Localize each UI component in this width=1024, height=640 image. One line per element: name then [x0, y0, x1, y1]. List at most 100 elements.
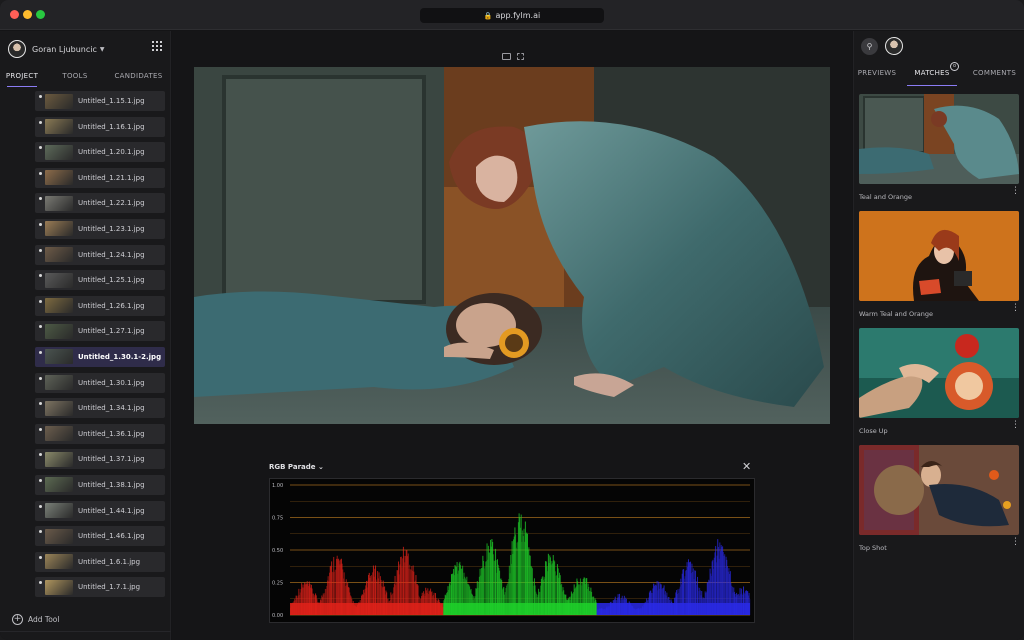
file-name: Untitled_1.15.1.jpg: [78, 97, 145, 105]
tab-comments[interactable]: COMMENTS: [964, 60, 1024, 86]
file-list-item[interactable]: Untitled_1.7.1.jpg: [35, 577, 165, 598]
match-card-warm-teal-orange[interactable]: Warm Teal and Orange ⋮: [859, 211, 1020, 318]
status-dot: [39, 581, 42, 585]
match-thumbnail[interactable]: [859, 328, 1019, 418]
more-options-icon[interactable]: ⋮: [1011, 187, 1020, 196]
more-options-icon[interactable]: ⋮: [1011, 304, 1020, 313]
file-thumbnail: [45, 400, 73, 416]
file-thumbnail: [45, 221, 73, 237]
file-list-item[interactable]: Untitled_1.25.1.jpg: [35, 270, 165, 291]
close-window-button[interactable]: [10, 10, 19, 19]
left-panel: Goran Ljubuncic ▼ PROJECT TOOLS CANDIDAT…: [0, 31, 171, 640]
match-thumbnail[interactable]: [859, 94, 1019, 184]
file-list-item[interactable]: Untitled_1.21.1.jpg: [35, 167, 165, 188]
file-list-item[interactable]: Untitled_1.23.1.jpg: [35, 218, 165, 239]
status-dot: [39, 504, 42, 508]
add-tool-label: Add Tool: [28, 615, 60, 624]
file-list-item[interactable]: Untitled_1.22.1.jpg: [35, 193, 165, 214]
file-list-item[interactable]: Untitled_1.36.1.jpg: [35, 423, 165, 444]
scope-tick-label: 0.75: [272, 516, 283, 522]
tab-project[interactable]: PROJECT: [0, 65, 44, 87]
file-list-item[interactable]: Untitled_1.26.1.jpg: [35, 295, 165, 316]
status-dot: [39, 530, 42, 534]
preview-image[interactable]: [194, 67, 830, 424]
divider: [0, 631, 171, 632]
file-list-item[interactable]: Untitled_1.30.1-2.jpg: [35, 346, 165, 367]
file-list-item[interactable]: Untitled_1.6.1.jpg: [35, 551, 165, 572]
file-thumbnail: [45, 247, 73, 263]
url-text: app.fylm.ai: [495, 11, 541, 20]
status-dot: [39, 453, 42, 457]
status-dot: [39, 146, 42, 150]
file-list-item[interactable]: Untitled_1.16.1.jpg: [35, 116, 165, 137]
file-name: Untitled_1.46.1.jpg: [78, 532, 145, 541]
file-list-item[interactable]: Untitled_1.20.1.jpg: [35, 142, 165, 163]
file-list-item[interactable]: Untitled_1.27.1.jpg: [35, 321, 165, 342]
file-name: Untitled_1.25.1.jpg: [78, 276, 145, 285]
add-tool-button[interactable]: + Add Tool: [12, 614, 59, 625]
file-thumbnail: [45, 119, 73, 135]
more-options-icon[interactable]: ⋮: [1011, 421, 1020, 430]
status-dot: [39, 171, 42, 175]
file-name: Untitled_1.38.1.jpg: [78, 480, 145, 489]
status-dot: [39, 222, 42, 226]
compare-view-icon[interactable]: [502, 53, 511, 60]
match-thumbnail[interactable]: [859, 445, 1019, 535]
file-list-item[interactable]: Untitled_1.34.1.jpg: [35, 398, 165, 419]
file-name: Untitled_1.30.1.jpg: [78, 378, 145, 387]
tab-candidates[interactable]: CANDIDATES: [106, 65, 171, 87]
match-image: [859, 328, 1019, 418]
scope-trace-base: [290, 603, 444, 615]
file-name: Untitled_1.23.1.jpg: [78, 224, 145, 233]
status-dot: [39, 95, 42, 98]
match-image: [859, 211, 1019, 301]
match-thumbnail[interactable]: [859, 211, 1019, 301]
file-list-item[interactable]: Untitled_1.38.1.jpg: [35, 474, 165, 495]
chevron-down-icon: ▼: [99, 45, 105, 53]
close-icon[interactable]: ✕: [742, 461, 751, 472]
minimize-window-button[interactable]: [23, 10, 32, 19]
file-thumbnail: [45, 554, 73, 570]
status-dot: [39, 299, 42, 303]
file-list-item[interactable]: Untitled_1.37.1.jpg: [35, 449, 165, 470]
match-card-teal-orange[interactable]: Teal and Orange ⋮: [859, 94, 1020, 201]
status-dot: [39, 248, 42, 252]
file-list-item[interactable]: Untitled_1.44.1.jpg: [35, 500, 165, 521]
address-bar[interactable]: 🔒 app.fylm.ai: [420, 8, 604, 23]
apps-grid-icon[interactable]: [152, 41, 162, 51]
scope-channel-blue: [596, 539, 751, 615]
file-list-item[interactable]: Untitled_1.30.1.jpg: [35, 372, 165, 393]
file-list-item[interactable]: Untitled_1.15.1.jpg: [35, 91, 165, 111]
file-name: Untitled_1.37.1.jpg: [78, 455, 145, 464]
fullscreen-icon[interactable]: [517, 53, 524, 60]
add-user-icon[interactable]: ⚲: [861, 38, 878, 55]
user-menu[interactable]: Goran Ljubuncic ▼: [8, 39, 105, 59]
file-name: Untitled_1.36.1.jpg: [78, 429, 145, 438]
status-dot: [39, 350, 42, 354]
tab-tools[interactable]: TOOLS: [44, 65, 106, 87]
app-window: 🔒 app.fylm.ai Goran Ljubuncic ▼ PROJECT T…: [0, 0, 1024, 640]
file-list: Untitled_1.15.1.jpg Untitled_1.16.1.jpg Un…: [35, 91, 165, 603]
more-options-icon[interactable]: ⋮: [1011, 538, 1020, 547]
status-dot: [39, 427, 42, 431]
status-dot: [39, 555, 42, 559]
maximize-window-button[interactable]: [36, 10, 45, 19]
file-thumbnail: [45, 298, 73, 314]
match-card-close-up[interactable]: Close Up ⋮: [859, 328, 1020, 435]
scope-channel-red: [290, 546, 444, 615]
user-avatar: [8, 40, 26, 58]
file-thumbnail: [45, 195, 73, 211]
file-name: Untitled_1.7.1.jpg: [78, 583, 141, 592]
file-name: Untitled_1.34.1.jpg: [78, 404, 145, 413]
status-dot: [39, 376, 42, 380]
scope-selector[interactable]: RGB Parade ⌄: [269, 463, 324, 471]
scope-tick-label: 0.50: [272, 548, 283, 554]
collaborator-avatar[interactable]: [885, 37, 903, 55]
file-list-item[interactable]: Untitled_1.46.1.jpg: [35, 526, 165, 547]
match-image: [859, 94, 1019, 184]
status-dot: [39, 478, 42, 482]
file-name: Untitled_1.21.1.jpg: [78, 173, 145, 182]
match-card-top-shot[interactable]: Top Shot ⋮: [859, 445, 1020, 552]
file-list-item[interactable]: Untitled_1.24.1.jpg: [35, 244, 165, 265]
tab-previews[interactable]: PREVIEWS: [854, 60, 900, 86]
